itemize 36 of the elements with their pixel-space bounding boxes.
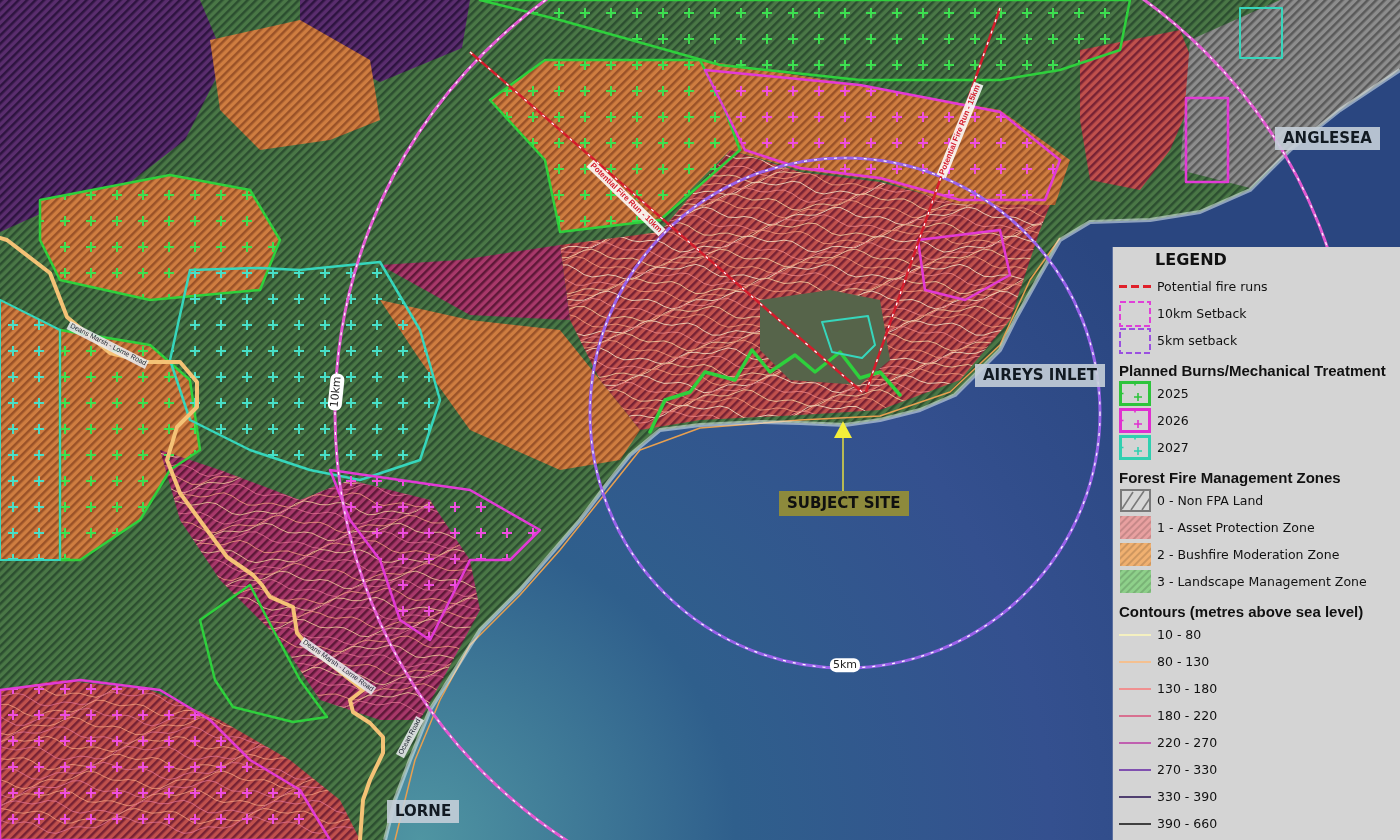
cross-box-icon [1119, 381, 1151, 406]
legend-label: 80 - 130 [1157, 654, 1210, 669]
site-pointer-arrow [834, 421, 852, 492]
cross-box-icon [1119, 435, 1151, 460]
legend-label: 2027 [1157, 440, 1189, 455]
hatch-swatch-icon [1119, 570, 1151, 593]
legend-label: 2 - Bushfire Moderation Zone [1157, 547, 1340, 562]
legend-heading: Forest Fire Management Zones [1119, 469, 1341, 487]
hatch-swatch-icon [1119, 516, 1151, 539]
legend-heading: Planned Burns/Mechanical Treatment [1119, 362, 1386, 380]
legend-label: 2026 [1157, 413, 1189, 428]
planned-burn-outline [1239, 7, 1283, 59]
legend-heading: Contours (metres above sea level) [1119, 603, 1364, 621]
legend-label: 180 - 220 [1157, 708, 1218, 723]
legend-label: 5km setback [1157, 333, 1238, 348]
legend-label: 390 - 660 [1157, 816, 1218, 831]
legend-label: 2025 [1157, 386, 1189, 401]
ring-label: 5km [829, 658, 861, 672]
subject-site-label: SUBJECT SITE [779, 491, 909, 516]
legend-label: 220 - 270 [1157, 735, 1218, 750]
legend-label: 0 - Non FPA Land [1157, 493, 1264, 508]
cross-box-icon [1119, 408, 1151, 433]
legend-title: LEGEND [1155, 249, 1227, 271]
legend-label: 130 - 180 [1157, 681, 1218, 696]
legend-label: 1 - Asset Protection Zone [1157, 520, 1315, 535]
hatch-swatch-icon [1119, 543, 1151, 566]
place-label: LORNE [387, 800, 460, 823]
place-label: ANGLESEA [1275, 127, 1380, 150]
legend-label: 330 - 390 [1157, 789, 1218, 804]
legend-label: Potential fire runs [1157, 279, 1268, 294]
place-label: AIREYS INLET [975, 364, 1106, 387]
hatch-swatch-icon [1119, 489, 1151, 512]
legend-label: 270 - 330 [1157, 762, 1218, 777]
legend-label: 3 - Landscape Management Zone [1157, 574, 1367, 589]
legend-label: 10 - 80 [1157, 627, 1202, 642]
legend-label: 10km Setback [1157, 306, 1247, 321]
